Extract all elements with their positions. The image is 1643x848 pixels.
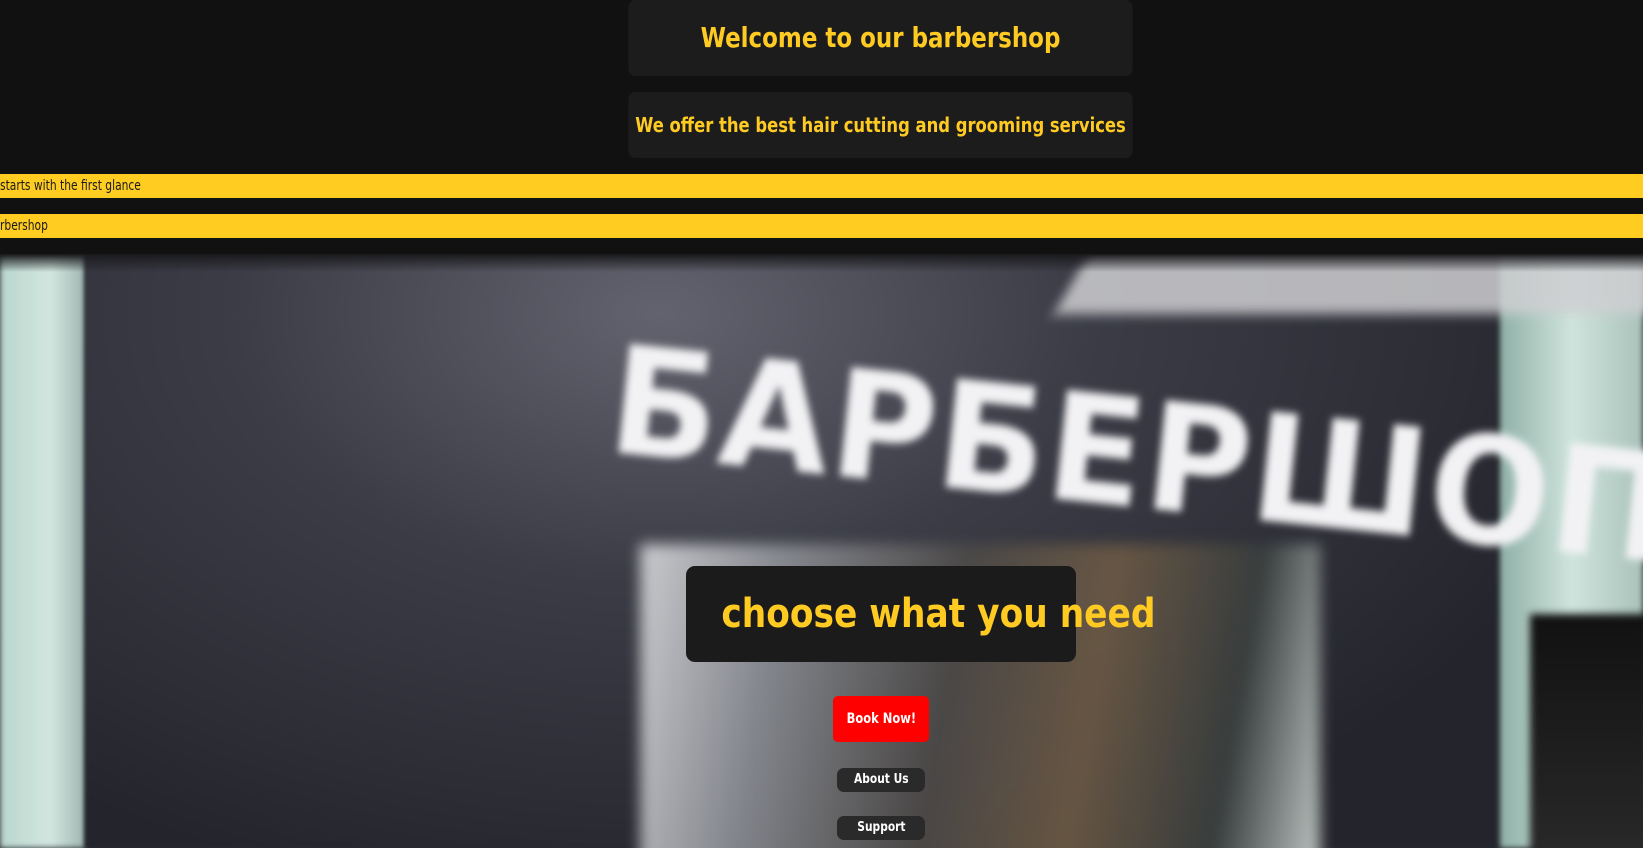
choose-headline-text: choose what you need (721, 591, 1156, 637)
marquee-ticker: starts with the first glance (0, 174, 1643, 198)
hero-top-shadow (0, 254, 1643, 272)
welcome-title: Welcome to our barbershop (700, 21, 1061, 54)
support-button[interactable]: Support (837, 816, 925, 840)
ticker-text: starts with the first glance (0, 178, 141, 194)
marquee-ticker: rbershop (0, 214, 1643, 238)
page: Welcome to our barbershop We offer the b… (0, 0, 1643, 848)
about-us-button[interactable]: About Us (837, 768, 925, 792)
offer-subtitle: We offer the best hair cutting and groom… (635, 113, 1126, 137)
support-label: Support (856, 820, 906, 835)
welcome-banner: Welcome to our barbershop (628, 0, 1133, 76)
hero-side-window (1530, 614, 1643, 848)
hero-left-wall (0, 254, 85, 848)
book-now-button[interactable]: Book Now! (833, 696, 929, 742)
offer-banner: We offer the best hair cutting and groom… (628, 92, 1133, 158)
book-now-label: Book Now! (846, 711, 916, 727)
hero-background-image: БАРБЕРШОП (0, 254, 1643, 848)
choose-headline: choose what you need (686, 566, 1155, 662)
about-us-label: About Us (853, 772, 909, 787)
ticker-text: rbershop (0, 218, 48, 234)
